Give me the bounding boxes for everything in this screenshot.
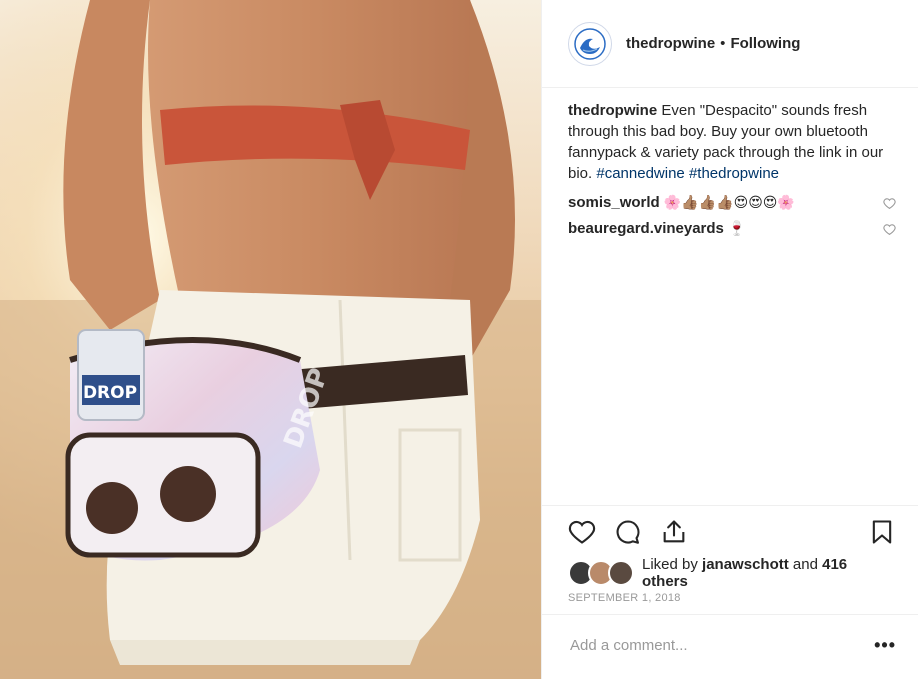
liker-username[interactable]: janawschott bbox=[702, 556, 789, 573]
comment-item: beauregard.vineyards 🍷 bbox=[568, 216, 896, 242]
post-sidebar: thedropwine • Following thedropwine Even… bbox=[541, 0, 918, 679]
action-bar bbox=[542, 505, 918, 557]
likes-prefix: Liked by bbox=[642, 556, 698, 573]
hashtag-link[interactable]: #thedropwine bbox=[689, 165, 779, 182]
comment-like-icon[interactable] bbox=[883, 223, 896, 236]
heart-icon[interactable] bbox=[568, 518, 596, 546]
liker-avatars[interactable] bbox=[568, 560, 634, 586]
add-comment-bar: ••• bbox=[542, 614, 918, 676]
more-options-button[interactable]: ••• bbox=[874, 635, 896, 656]
comment-item: somis_world 🌸👍🏽👍🏽👍🏽😍😍😍🌸 bbox=[568, 190, 896, 216]
header-username[interactable]: thedropwine bbox=[626, 35, 715, 52]
post-date[interactable]: SEPTEMBER 1, 2018 bbox=[568, 592, 681, 604]
header-separator: • bbox=[720, 35, 726, 52]
wave-logo-icon bbox=[574, 27, 606, 60]
photo-illustration: DROP DROP bbox=[0, 0, 541, 679]
comment-input[interactable] bbox=[568, 636, 875, 655]
following-button[interactable]: Following bbox=[730, 35, 800, 52]
comment-like-icon[interactable] bbox=[883, 197, 896, 210]
likes-row: Liked by janawschott and 416 others bbox=[568, 556, 896, 590]
post-container: DROP DROP thedropwine • Following thedro… bbox=[0, 0, 918, 679]
hashtag-link[interactable]: #cannedwine bbox=[596, 165, 684, 182]
comment-username[interactable]: somis_world bbox=[568, 194, 660, 211]
comments-section: thedropwine Even "Despacito" sounds fres… bbox=[568, 100, 896, 242]
comment-text: 🍷 bbox=[728, 221, 746, 237]
avatar bbox=[608, 560, 634, 586]
comment-username[interactable]: beauregard.vineyards bbox=[568, 220, 724, 237]
likes-joiner: and bbox=[792, 556, 818, 573]
bookmark-icon[interactable] bbox=[868, 518, 896, 546]
comment-text: 🌸👍🏽👍🏽👍🏽😍😍😍🌸 bbox=[663, 195, 795, 211]
comment-icon[interactable] bbox=[614, 518, 642, 546]
can-label: DROP bbox=[83, 383, 137, 403]
profile-avatar[interactable] bbox=[568, 21, 612, 66]
post-caption: thedropwine Even "Despacito" sounds fres… bbox=[568, 100, 896, 184]
post-photo[interactable]: DROP DROP bbox=[0, 0, 541, 679]
share-icon[interactable] bbox=[660, 518, 688, 546]
post-header: thedropwine • Following bbox=[542, 0, 918, 88]
caption-username[interactable]: thedropwine bbox=[568, 102, 657, 119]
